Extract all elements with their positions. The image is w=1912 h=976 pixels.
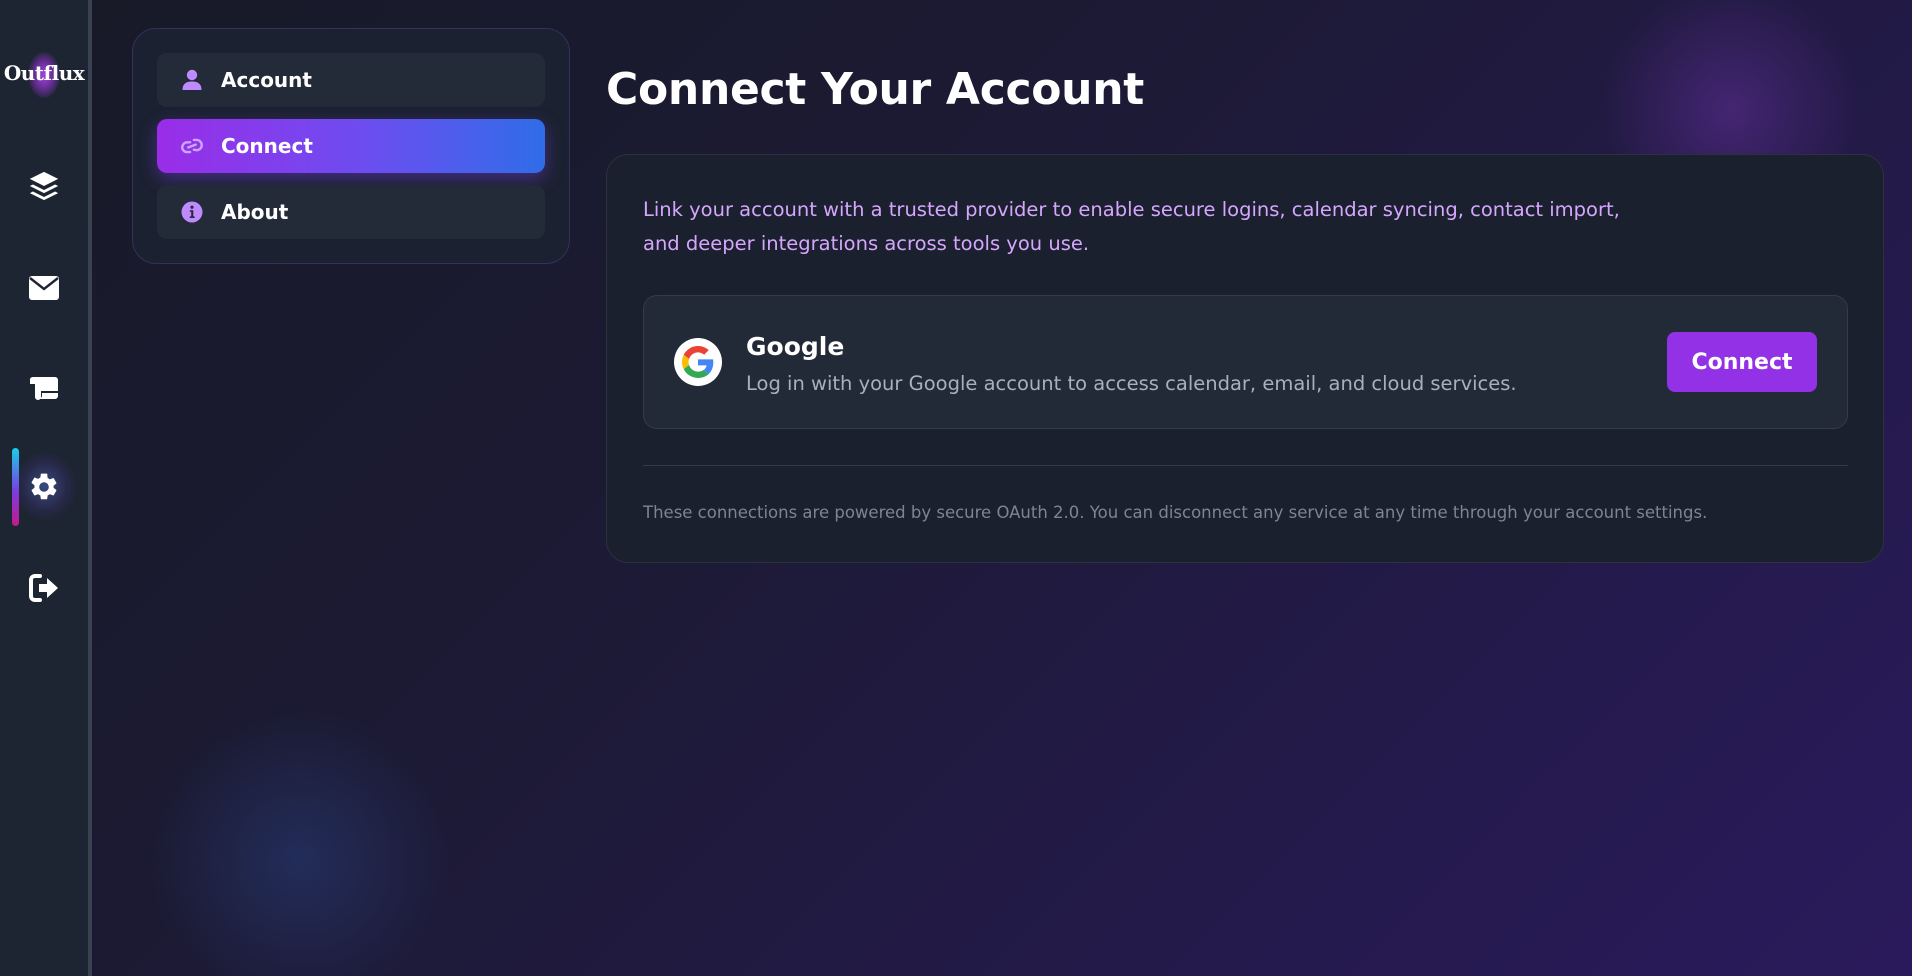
- envelope-icon[interactable]: [26, 270, 62, 306]
- gear-icon[interactable]: [26, 469, 62, 505]
- app-sidebar: Outflux: [0, 0, 92, 976]
- sign-out-icon-graphic: [29, 574, 58, 602]
- sign-out-icon[interactable]: [26, 570, 62, 606]
- envelope-icon-graphic: [29, 276, 59, 300]
- layers-icon-graphic: [29, 171, 59, 201]
- oauth-footnote: These connections are powered by secure …: [643, 503, 1708, 522]
- settings-nav-connect-label: Connect: [221, 134, 313, 158]
- google-icon: [674, 338, 722, 386]
- connect-panel: Link your account with a trusted provide…: [606, 154, 1884, 563]
- settings-nav-connect[interactable]: Connect: [157, 119, 545, 173]
- provider-name: Google: [746, 332, 845, 361]
- link-icon: [179, 133, 205, 159]
- scroll-icon[interactable]: [26, 370, 62, 406]
- active-indicator: [12, 448, 19, 526]
- info-icon: [179, 199, 205, 225]
- provider-description: Log in with your Google account to acces…: [746, 372, 1517, 395]
- user-icon: [179, 67, 205, 93]
- gear-icon-graphic: [31, 473, 57, 500]
- divider: [643, 465, 1848, 466]
- layers-icon[interactable]: [26, 168, 62, 204]
- page-title: Connect Your Account: [606, 64, 1144, 115]
- provider-card-google: Google Log in with your Google account t…: [643, 295, 1848, 429]
- settings-nav: Account Connect About: [132, 28, 570, 264]
- app-logo[interactable]: Outflux: [0, 48, 88, 98]
- settings-nav-about-label: About: [221, 200, 289, 224]
- settings-nav-account-label: Account: [221, 68, 312, 92]
- logo-text: Outflux: [3, 61, 85, 85]
- scroll-icon-graphic: [30, 377, 58, 400]
- google-connect-button[interactable]: Connect: [1667, 332, 1817, 392]
- settings-nav-about[interactable]: About: [157, 185, 545, 239]
- connect-description: Link your account with a trusted provide…: [643, 198, 1620, 255]
- settings-nav-account[interactable]: Account: [157, 53, 545, 107]
